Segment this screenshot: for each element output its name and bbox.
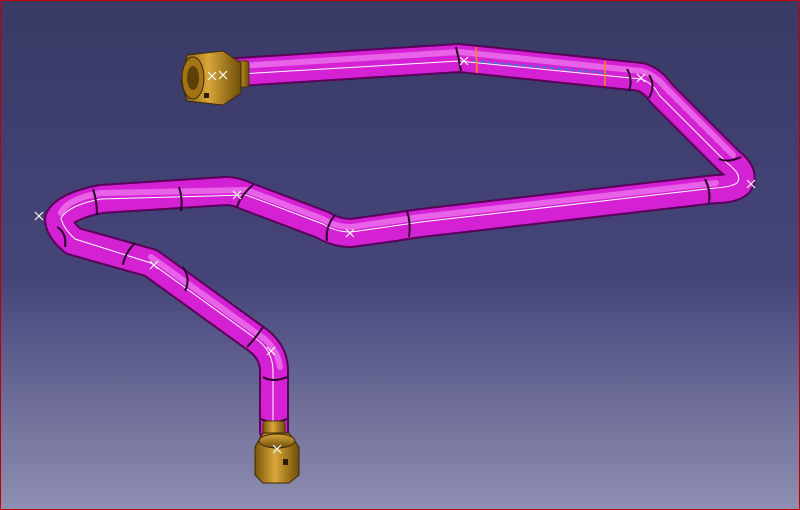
3d-viewport[interactable] xyxy=(0,0,800,510)
construction-point-x-icon[interactable] xyxy=(34,211,44,221)
pipe-body xyxy=(46,45,754,444)
pipe-scene[interactable] xyxy=(1,1,800,510)
fitting-top xyxy=(258,433,296,449)
pipe-centerline xyxy=(60,60,740,441)
fitting-hole xyxy=(283,459,288,465)
segment-marker xyxy=(475,46,478,74)
pipe-outline xyxy=(44,43,756,446)
fitting-hole xyxy=(204,93,209,98)
fitting-bore xyxy=(187,66,199,90)
pipe-tube[interactable] xyxy=(44,43,756,446)
